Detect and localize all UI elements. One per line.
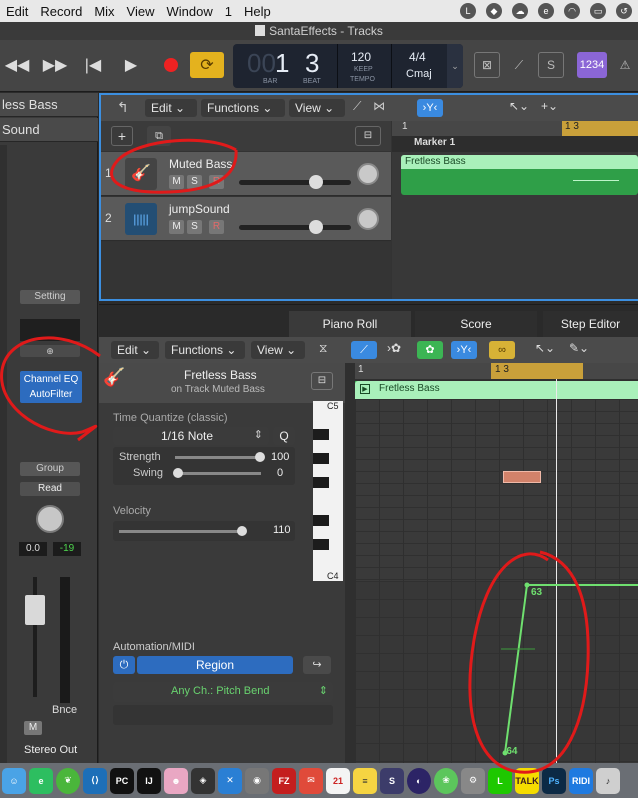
red-circle-bend — [468, 550, 590, 774]
red-circle-plugins — [0, 336, 101, 442]
red-circle-track — [110, 138, 238, 194]
red-annotations — [0, 138, 590, 774]
